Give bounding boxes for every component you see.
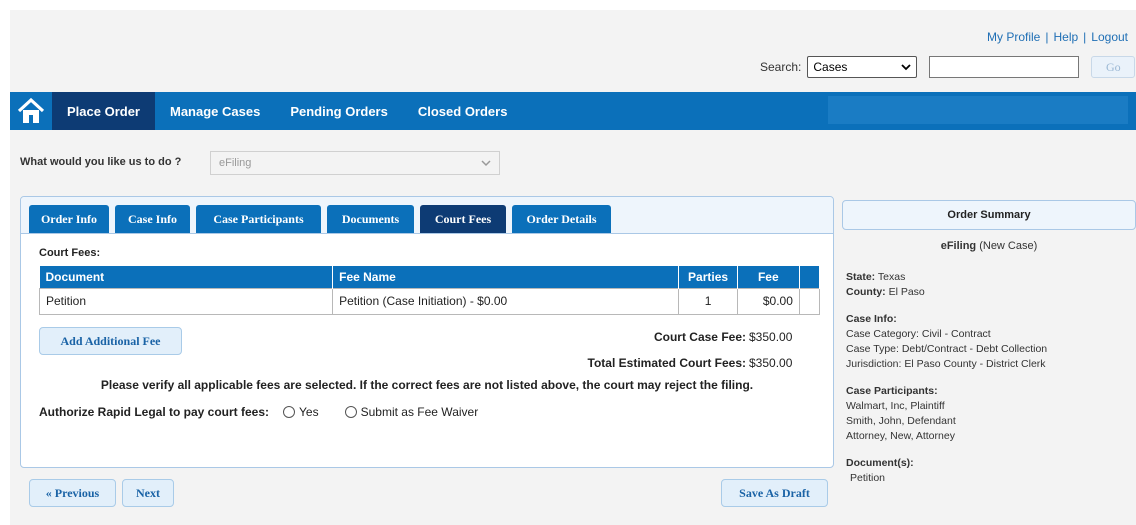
add-additional-fee-button[interactable]: Add Additional Fee bbox=[39, 327, 182, 355]
summary-state: State: Texas bbox=[846, 270, 1132, 285]
search-label: Search: bbox=[760, 60, 802, 74]
link-separator: | bbox=[1045, 30, 1049, 44]
radio-circle-icon[interactable] bbox=[344, 406, 357, 418]
save-as-draft-button[interactable]: Save As Draft bbox=[721, 479, 828, 507]
cell-fee-name: Petition (Case Initiation) - $0.00 bbox=[332, 287, 680, 315]
court-case-fee-value: $350.00 bbox=[749, 330, 793, 344]
radio-yes[interactable]: Yes bbox=[283, 405, 319, 419]
county-label: County: bbox=[846, 286, 886, 298]
summary-county: County: El Paso bbox=[846, 285, 1132, 300]
nav-right-panel bbox=[828, 96, 1128, 124]
jurisdiction: Jurisdiction: El Paso County - District … bbox=[846, 358, 1046, 370]
case-category: Case Category: Civil - Contract bbox=[846, 328, 991, 340]
home-icon[interactable] bbox=[10, 92, 52, 130]
county-value: El Paso bbox=[885, 286, 925, 298]
order-panel: Order Info Case Info Case Participants D… bbox=[20, 196, 834, 468]
next-button[interactable]: Next bbox=[122, 479, 174, 507]
search-bar: Search: Cases Go bbox=[760, 56, 1136, 78]
logout-link[interactable]: Logout bbox=[1091, 30, 1128, 44]
cell-action bbox=[798, 287, 821, 315]
cell-document: Petition bbox=[38, 287, 334, 315]
chevron-down-icon bbox=[481, 159, 491, 166]
nav-manage-cases[interactable]: Manage Cases bbox=[155, 92, 275, 130]
task-select-value: eFiling bbox=[219, 157, 252, 169]
tab-documents[interactable]: Documents bbox=[327, 205, 414, 233]
participants-label: Case Participants: bbox=[846, 385, 938, 397]
table-row: Petition Petition (Case Initiation) - $0… bbox=[38, 287, 821, 315]
tab-case-participants[interactable]: Case Participants bbox=[196, 205, 321, 233]
order-summary-header: Order Summary bbox=[842, 200, 1136, 230]
previous-button[interactable]: « Previous bbox=[29, 479, 116, 507]
summary-title-type: eFiling bbox=[940, 240, 977, 252]
order-summary: eFiling (New Case) State: Texas County: … bbox=[846, 240, 1132, 486]
radio-fee-waiver-label: Submit as Fee Waiver bbox=[360, 405, 479, 419]
search-type-select[interactable]: Cases bbox=[807, 56, 918, 78]
participant-item: Smith, John, Defendant bbox=[846, 415, 956, 427]
state-value: Texas bbox=[875, 271, 906, 283]
main-nav: Place Order Manage Cases Pending Orders … bbox=[10, 92, 1136, 130]
chevron-down-icon bbox=[901, 63, 911, 70]
court-fees-table: Document Fee Name Parties Fee Petition P… bbox=[38, 266, 821, 315]
nav-pending-orders[interactable]: Pending Orders bbox=[275, 92, 403, 130]
authorize-fees-row: Authorize Rapid Legal to pay court fees:… bbox=[39, 405, 504, 419]
summary-title: eFiling (New Case) bbox=[846, 240, 1132, 252]
column-header-fee: Fee bbox=[737, 266, 800, 288]
tab-order-info[interactable]: Order Info bbox=[29, 205, 109, 233]
nav-place-order[interactable]: Place Order bbox=[52, 92, 155, 130]
court-case-fee-label: Court Case Fee: bbox=[653, 330, 746, 344]
verify-fees-note: Please verify all applicable fees are se… bbox=[100, 378, 754, 392]
search-input[interactable] bbox=[929, 56, 1080, 78]
task-select[interactable]: eFiling bbox=[210, 151, 500, 175]
tab-court-fees[interactable]: Court Fees bbox=[420, 205, 506, 233]
court-fees-label: Court Fees: bbox=[39, 247, 101, 259]
authorize-fees-label: Authorize Rapid Legal to pay court fees: bbox=[39, 405, 270, 419]
documents-label: Document(s): bbox=[846, 457, 914, 469]
help-link[interactable]: Help bbox=[1053, 30, 1078, 44]
column-header-document: Document bbox=[39, 266, 334, 288]
column-header-fee-name: Fee Name bbox=[332, 266, 680, 288]
document-item: Petition bbox=[850, 472, 886, 484]
participant-item: Walmart, Inc, Plaintiff bbox=[846, 400, 945, 412]
task-question: What would you like us to do ? bbox=[20, 156, 182, 168]
search-type-value: Cases bbox=[813, 60, 848, 74]
participant-item: Attorney, New, Attorney bbox=[846, 430, 955, 442]
my-profile-link[interactable]: My Profile bbox=[987, 30, 1040, 44]
top-links: My Profile | Help | Logout bbox=[987, 30, 1128, 44]
radio-yes-label: Yes bbox=[299, 405, 319, 419]
case-type: Case Type: Debt/Contract - Debt Collecti… bbox=[846, 343, 1048, 355]
column-header-parties: Parties bbox=[678, 266, 738, 288]
total-fees-label: Total Estimated Court Fees: bbox=[587, 356, 746, 370]
link-separator: | bbox=[1083, 30, 1087, 44]
tab-bar: Order Info Case Info Case Participants D… bbox=[21, 197, 833, 234]
nav-closed-orders[interactable]: Closed Orders bbox=[403, 92, 523, 130]
total-fees-value: $350.00 bbox=[749, 356, 793, 370]
tab-case-info[interactable]: Case Info bbox=[115, 205, 190, 233]
state-label: State: bbox=[846, 271, 876, 283]
radio-circle-icon[interactable] bbox=[283, 406, 296, 418]
go-button[interactable]: Go bbox=[1091, 56, 1136, 78]
tab-order-details[interactable]: Order Details bbox=[512, 205, 611, 233]
cell-parties: 1 bbox=[678, 287, 738, 315]
summary-title-suffix: (New Case) bbox=[976, 240, 1038, 252]
cell-fee: $0.00 bbox=[736, 287, 800, 315]
radio-fee-waiver[interactable]: Submit as Fee Waiver bbox=[344, 405, 479, 419]
case-info-label: Case Info: bbox=[846, 313, 897, 325]
column-header-blank bbox=[799, 266, 821, 288]
